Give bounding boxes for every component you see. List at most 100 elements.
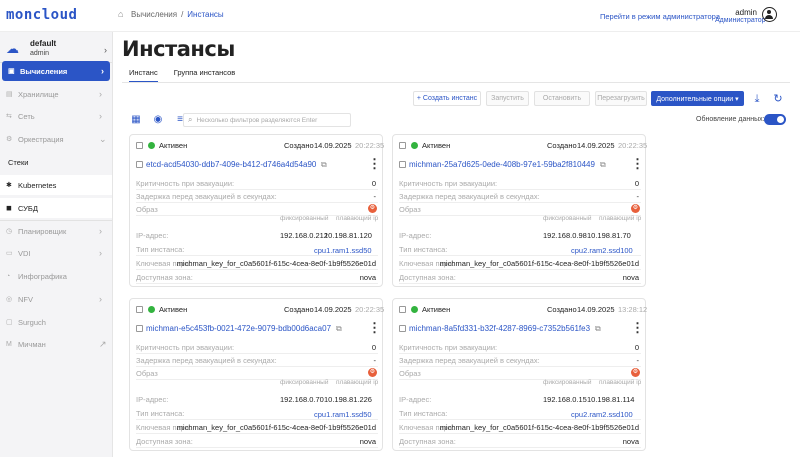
more-options-button[interactable]: Дополнительные опции ▾ [651, 91, 744, 106]
more-menu-icon[interactable]: ⋮ [368, 156, 381, 172]
more-menu-icon[interactable]: ⋮ [368, 320, 381, 336]
instance-name-link[interactable]: etcd-acd54030-ddb7-409e-b412-d746a4d54a9… [146, 160, 316, 169]
fixed-ip-header: фиксированный [280, 215, 329, 222]
filter-input[interactable]: ⌕ Несколько фильтров разделяются Enter [183, 113, 351, 127]
field-label: Критичность при эвакуации: [136, 179, 235, 188]
app-logo[interactable]: moncloud [6, 7, 77, 23]
sidebar-item-nfv[interactable]: ◎ NFV › [0, 289, 112, 309]
copy-icon[interactable]: ⧉ [321, 160, 327, 170]
tab-instance-group[interactable]: Группа инстансов [174, 68, 236, 83]
evac-delay-row: Задержка перед эвакуацией в секундах: - [136, 192, 378, 203]
fixed-ip-header: фиксированный [280, 379, 329, 386]
field-value: nova [359, 437, 376, 446]
select-checkbox[interactable] [399, 142, 406, 149]
select-checkbox[interactable] [399, 306, 406, 313]
sidebar-item-kubernetes[interactable]: ✱ Kubernetes [0, 175, 112, 195]
sidebar-item-stacks[interactable]: Стеки [0, 152, 112, 172]
field-label: Критичность при эвакуации: [399, 343, 498, 352]
select-checkbox[interactable] [136, 306, 143, 313]
auto-update-toggle[interactable] [764, 114, 786, 125]
flavor-link[interactable]: cpu2.ram2.ssd100 [571, 246, 633, 255]
instance-card[interactable]: Активен Создано 14.09.2025 20:22:35 etcd… [129, 134, 385, 287]
user-info[interactable]: admin Администратор [715, 8, 766, 24]
download-icon[interactable]: ⤓ [750, 92, 764, 106]
field-label: Образ [136, 205, 158, 214]
sidebar-item-label: Surguch [18, 317, 46, 327]
field-value: 0 [634, 179, 639, 188]
more-menu-icon[interactable]: ⋮ [631, 320, 644, 336]
evac-delay-row: Задержка перед эвакуацией в секундах: - [136, 356, 378, 367]
sidebar-item-compute[interactable]: ▣ Вычисления › [2, 61, 110, 81]
evac-priority-row: Критичность при эвакуации: 0 [399, 179, 641, 190]
sidebar-item-network[interactable]: ⇆ Сеть › [0, 106, 112, 126]
top-bar: moncloud ⌂ Вычисления / Инстансы Перейти… [0, 0, 800, 32]
start-button[interactable]: Запустить [486, 91, 529, 106]
breadcrumb: ⌂ Вычисления / Инстансы [118, 10, 224, 20]
instance-card[interactable]: Активен Создано 14.09.2025 20:22:35 mich… [392, 134, 647, 287]
field-value: nova [622, 273, 639, 282]
eye-icon[interactable]: ◉ [151, 113, 165, 127]
flavor-link[interactable]: cpu2.ram2.ssd100 [571, 410, 633, 419]
status-indicator [411, 142, 418, 149]
field-label: Критичность при эвакуации: [399, 179, 498, 188]
instance-card[interactable]: Активен Создано 14.09.2025 20:22:35 mich… [129, 298, 384, 451]
created-date: 14.09.2025 [314, 141, 352, 150]
admin-mode-link[interactable]: Перейти в режим администратора [600, 12, 720, 21]
project-selector[interactable]: ☁ default admin › [6, 39, 110, 59]
filter-placeholder: Несколько фильтров разделяются Enter [196, 116, 318, 124]
key-pair-row: Ключевая пара: michman_key_for_c0a5601f-… [136, 423, 378, 434]
name-checkbox[interactable] [399, 325, 406, 332]
sidebar-item-michman[interactable]: M Мичман ↗ [0, 334, 112, 354]
sidebar-item-infographics[interactable]: ◔ Инфографика [0, 266, 112, 286]
copy-icon[interactable]: ⧉ [600, 160, 606, 170]
restart-button[interactable]: Перезагрузить [595, 91, 647, 106]
sidebar-item-surguch[interactable]: ▢ Surguch [0, 312, 112, 332]
select-checkbox[interactable] [136, 142, 143, 149]
home-icon[interactable]: ⌂ [118, 10, 127, 19]
created-time: 20:22:35 [355, 141, 385, 150]
instance-name-link[interactable]: michman-e5c453fb-0021-472e-9079-bdb00d6a… [146, 324, 331, 333]
stop-button[interactable]: Остановить [534, 91, 590, 106]
sidebar-item-dbms[interactable]: ◼ СУБД [0, 198, 112, 218]
name-checkbox[interactable] [136, 161, 143, 168]
name-checkbox[interactable] [399, 161, 406, 168]
ip-label: IP-адрес: [136, 395, 169, 404]
instance-name-link[interactable]: michman-25a7d625-0ede-408b-97e1-59ba2f81… [409, 160, 595, 169]
sidebar-item-storage[interactable]: ▤ Хранилище › [0, 84, 112, 104]
breadcrumb-parent[interactable]: Вычисления [131, 10, 177, 19]
field-value: - [373, 192, 377, 201]
status-text: Активен [422, 141, 451, 150]
michman-icon: M [6, 340, 12, 348]
sidebar-item-vdi[interactable]: ▭ VDI › [0, 243, 112, 263]
grid-view-icon[interactable]: ▦ [129, 113, 143, 127]
status-text: Активен [159, 305, 188, 314]
status-text: Активен [422, 305, 451, 314]
image-status-icon[interactable]: ⚙ [631, 204, 640, 213]
flavor-link[interactable]: cpu1.ram1.ssd50 [314, 410, 372, 419]
instance-name-link[interactable]: michman-8a5fd331-b32f-4287-8969-c7352b56… [409, 324, 590, 333]
image-status-icon[interactable]: ⚙ [631, 368, 640, 377]
ip-label: IP-адрес: [399, 395, 432, 404]
create-instance-button[interactable]: + Создать инстанс [413, 91, 481, 106]
copy-icon[interactable]: ⧉ [336, 324, 342, 334]
field-value: 0 [371, 179, 376, 188]
name-checkbox[interactable] [136, 325, 143, 332]
field-label: Задержка перед эвакуацией в секундах: [136, 356, 277, 365]
vdi-icon: ▭ [6, 250, 13, 257]
image-status-icon[interactable]: ⚙ [368, 368, 377, 377]
sidebar-item-scheduler[interactable]: ◷ Планировщик › [0, 221, 112, 241]
copy-icon[interactable]: ⧉ [595, 324, 601, 334]
user-avatar-icon[interactable] [762, 7, 777, 22]
field-label: Доступная зона: [399, 273, 456, 282]
chevron-right-icon: › [99, 294, 102, 304]
sidebar: ☁ default admin › ▣ Вычисления › ▤ Храни… [0, 32, 113, 457]
sidebar-item-label: NFV [18, 294, 33, 304]
tab-instance[interactable]: Инстанс [129, 68, 158, 83]
refresh-icon[interactable]: ↻ [771, 92, 785, 106]
field-value: - [636, 356, 640, 365]
sidebar-item-orchestration[interactable]: ⚙ Оркестрация ⌄ [0, 129, 112, 149]
instance-card[interactable]: Активен Создано 14.09.2025 13:28:12 mich… [392, 298, 647, 451]
more-menu-icon[interactable]: ⋮ [631, 156, 644, 172]
image-status-icon[interactable]: ⚙ [368, 204, 377, 213]
flavor-link[interactable]: cpu1.ram1.ssd50 [314, 246, 372, 255]
